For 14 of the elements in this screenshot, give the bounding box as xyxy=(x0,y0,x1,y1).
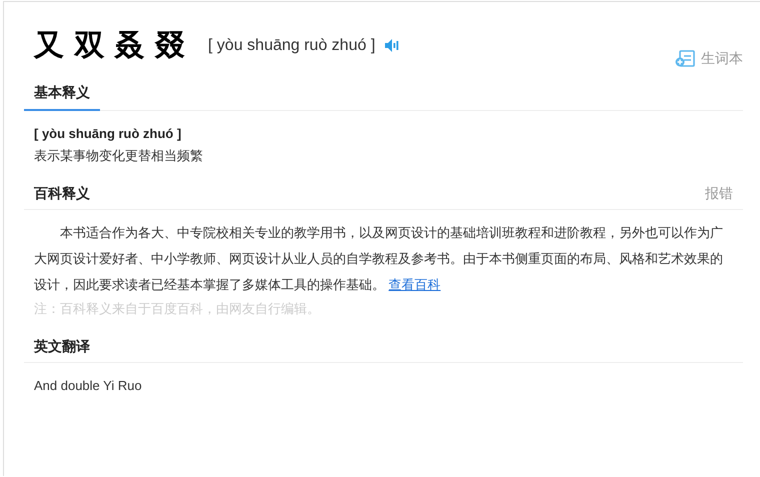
definition-text: 表示某事物变化更替相当频繁 xyxy=(34,147,204,165)
wordbook-link[interactable]: 生词本 xyxy=(701,50,743,68)
translation-text: And double Yi Ruo xyxy=(34,378,143,393)
add-notebook-icon[interactable] xyxy=(675,50,695,68)
report-link[interactable]: 报错 xyxy=(705,185,733,203)
headword: 又双叒叕 xyxy=(34,28,186,64)
tab[interactable]: 基本释义 xyxy=(24,84,100,111)
paragraph: 本书适合作为各大、中专院校相关专业的教学用书，以及网页设计的基础培训班教程和进阶教程，另外也可以作为广大网页设计爱好者、中小学教师、网页设计从业人员的自学教程及参考书。由于本书侧重页面的布局、风格和艺术效果的设计，因此要求读者已经基本掌握了多媒体工具的操作基础。 查看百科 xyxy=(34,224,724,294)
pinyin: [ yòu shuāng ruò zhuó ] xyxy=(208,36,376,54)
section-title: 百科释义 xyxy=(34,185,90,203)
pinyin: [ yòu shuāng ruò zhuó ] xyxy=(34,126,182,141)
speaker-icon[interactable] xyxy=(385,39,400,52)
encyclopedia-link[interactable]: 查看百科 xyxy=(388,277,441,292)
section-title: 英文翻译 xyxy=(34,338,90,356)
